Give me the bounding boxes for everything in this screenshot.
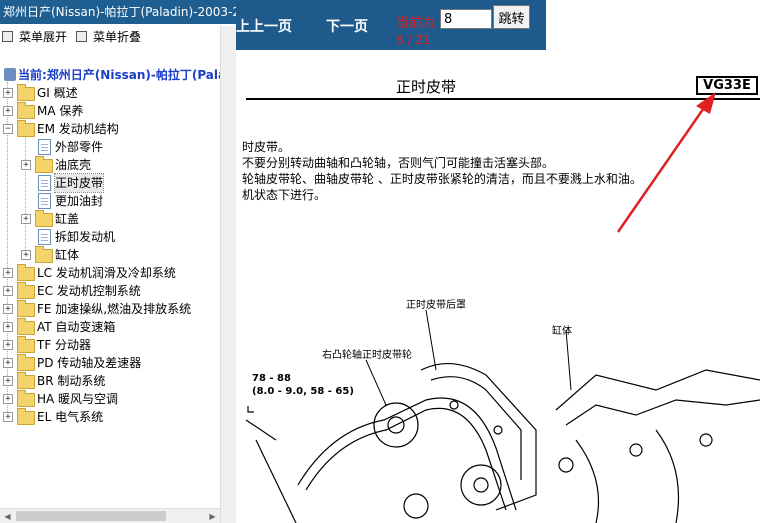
expand-plus-icon[interactable]: +	[3, 358, 13, 368]
tree-panel: 郑州日产(Nissan)-帕拉丁(Paladin)-2003-20 菜单展开 菜…	[0, 0, 236, 523]
folder-icon	[17, 84, 35, 101]
folder-icon	[17, 408, 35, 425]
expand-plus-icon[interactable]: +	[3, 304, 13, 314]
book-icon	[4, 68, 16, 81]
page-navigation-bar: 上上一页 下一页 当前为 跳转 8 / 21	[236, 0, 546, 50]
expand-plus-icon[interactable]: +	[3, 322, 13, 332]
torque-range: (8.0 - 9.0, 58 - 65)	[252, 386, 354, 397]
label-cylinder-block: 缸体	[552, 326, 572, 337]
prev-page-link[interactable]: 上上一页	[236, 16, 292, 36]
collapse-icon	[76, 31, 87, 42]
scroll-right-icon[interactable]: ▶	[205, 509, 220, 523]
timing-belt-diagram	[245, 309, 760, 523]
next-page-link[interactable]: 下一页	[326, 16, 368, 36]
folder-icon	[17, 336, 35, 353]
label-rear-cover: 正时皮带后罩	[406, 300, 466, 311]
tree-item-label: 油底壳	[55, 158, 92, 172]
expand-plus-icon[interactable]: +	[21, 214, 31, 224]
tree-item-label: TF 分动器	[37, 338, 92, 352]
tree-item-label: 更加油封	[55, 194, 104, 208]
tree-item-label: 外部零件	[55, 140, 104, 154]
folder-icon	[17, 282, 35, 299]
tree-item-label: HA 暖风与空调	[37, 392, 119, 406]
red-arrow-annotation	[616, 92, 716, 233]
tree-item-label: 缸盖	[55, 212, 80, 226]
tree-item-label: BR 制动系统	[37, 374, 106, 388]
folder-icon	[17, 264, 35, 281]
document-icon	[38, 229, 51, 245]
collapse-minus-icon[interactable]: −	[3, 124, 13, 134]
expand-plus-icon[interactable]: +	[21, 160, 31, 170]
folder-icon	[17, 372, 35, 389]
tree-root-label: 当前:郑州日产(Nissan)-帕拉丁(Paladin	[18, 68, 236, 82]
jump-button[interactable]: 跳转	[493, 5, 530, 29]
tree-item-label: MA 保养	[37, 104, 84, 118]
tree-item-label: EC 发动机控制系统	[37, 284, 141, 298]
document-icon	[38, 193, 51, 209]
tree-item-label: EM 发动机结构	[37, 122, 119, 136]
expand-plus-icon[interactable]: +	[3, 286, 13, 296]
page-number-input[interactable]	[440, 9, 492, 29]
expand-plus-icon[interactable]: +	[3, 412, 13, 422]
expand-plus-icon[interactable]: +	[3, 376, 13, 386]
page-title: 正时皮带	[396, 78, 457, 96]
folder-icon	[17, 318, 35, 335]
instruction-line: 机状态下进行。	[242, 188, 327, 202]
folder-icon	[17, 300, 35, 317]
tree-item-label: AT 自动变速箱	[37, 320, 116, 334]
expand-plus-icon[interactable]: +	[21, 250, 31, 260]
folder-icon	[17, 102, 35, 119]
page-count: 8 / 21	[396, 33, 431, 47]
instruction-line: 时皮带。	[242, 140, 291, 154]
collapse-menu-button[interactable]: 菜单折叠	[76, 28, 141, 46]
tree-item-label: GI 概述	[37, 86, 78, 100]
torque-spec: 78 - 88 (8.0 - 9.0, 58 - 65)	[252, 372, 354, 398]
scroll-left-icon[interactable]: ◀	[0, 509, 15, 523]
expand-plus-icon[interactable]: +	[3, 394, 13, 404]
tree-item-label: LC 发动机润滑及冷却系统	[37, 266, 176, 280]
expand-icon	[2, 31, 13, 42]
folder-icon	[17, 390, 35, 407]
scrollbar-thumb[interactable]	[16, 511, 166, 521]
folder-icon	[35, 156, 53, 173]
tree-item-label-selected: 正时皮带	[53, 173, 105, 193]
document-viewer: 上上一页 下一页 当前为 跳转 8 / 21 正时皮带 VG33E 时皮带。 不…	[236, 0, 760, 523]
folder-icon	[35, 210, 53, 227]
vertical-scrollbar[interactable]	[220, 26, 236, 523]
expand-menu-button[interactable]: 菜单展开	[2, 28, 67, 46]
document-icon	[38, 139, 51, 155]
tree-item-label: FE 加速操纵,燃油及排放系统	[37, 302, 192, 316]
tree-item-label: EL 电气系统	[37, 410, 104, 424]
tree-item-label: PD 传动轴及差速器	[37, 356, 142, 370]
expand-label: 菜单展开	[19, 30, 68, 44]
collapse-label: 菜单折叠	[93, 30, 142, 44]
window-title: 郑州日产(Nissan)-帕拉丁(Paladin)-2003-20	[0, 0, 236, 24]
horizontal-scrollbar[interactable]: ◀ ▶	[0, 508, 220, 523]
document-icon	[38, 175, 51, 191]
tree-item-label: 拆卸发动机	[55, 230, 116, 244]
tree-guide-line	[25, 136, 26, 256]
open-folder-icon	[17, 120, 35, 137]
instruction-line: 不要分别转动曲轴和凸轮轴，否则气门可能撞击活塞头部。	[242, 156, 555, 170]
manual-page: 正时皮带 VG33E 时皮带。 不要分别转动曲轴和凸轮轴，否则气门可能撞击活塞头…	[236, 50, 760, 523]
label-camshaft-pulley: 右凸轮轴正时皮带轮	[322, 350, 412, 361]
folder-icon	[35, 246, 53, 263]
instruction-line: 轮轴皮带轮、曲轴皮带轮 、正时皮带张紧轮的清洁，而且不要溅上水和油。	[242, 172, 642, 186]
current-page-label: 当前为	[396, 16, 436, 31]
expand-plus-icon[interactable]: +	[3, 106, 13, 116]
expand-plus-icon[interactable]: +	[3, 88, 13, 98]
expand-plus-icon[interactable]: +	[3, 268, 13, 278]
expand-plus-icon[interactable]: +	[3, 340, 13, 350]
tree-item-label: 缸体	[55, 248, 80, 262]
folder-icon	[17, 354, 35, 371]
torque-value: 78 - 88	[252, 373, 291, 384]
